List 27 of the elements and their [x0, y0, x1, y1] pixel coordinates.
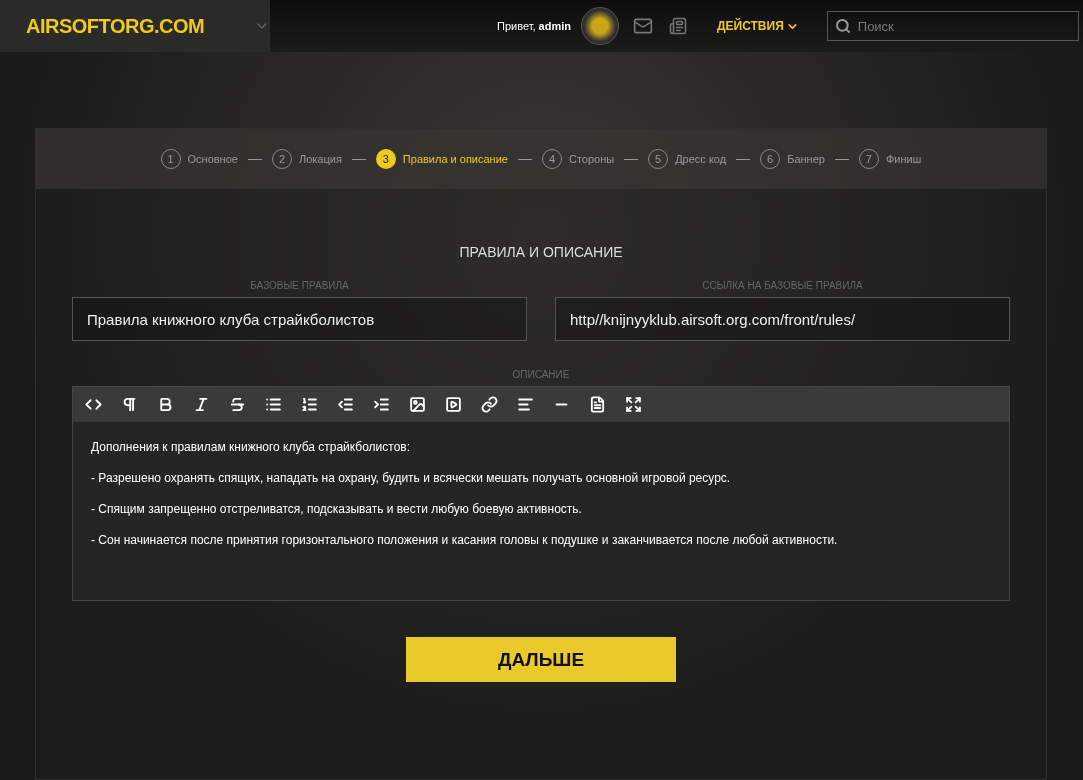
- avatar[interactable]: [581, 7, 619, 45]
- input-field[interactable]: http//knijnyyklub.airsoft.org.com/front/rules/: [555, 297, 1010, 341]
- site-logo[interactable]: AIRSOFTORG.COM: [26, 14, 205, 38]
- step-tab[interactable]: 1 Основное: [160, 149, 238, 169]
- mail-icon[interactable]: [633, 16, 653, 36]
- editor-paragraph: Дополнения к правилам книжного клуба страйкболистов:: [91, 440, 412, 454]
- step-tab[interactable]: 5 Дресс код: [648, 149, 727, 169]
- editor-paragraph: - Сон начинается после принятия горизонтального положения и касания головы к подушке и заканчивается после любой активности.: [91, 533, 839, 547]
- editor-paragraph: - Разрешено охранять спящих, нападать на охрану, будить и всячески мешать получать основной игровой ресурс.: [91, 471, 732, 485]
- step-tab[interactable]: 2 Локация: [271, 149, 342, 169]
- next-button[interactable]: ДАЛЬШЕ: [406, 637, 676, 682]
- step-tab[interactable]: 4 Стороны: [541, 149, 615, 169]
- field-label: ССЫЛКА НА БАЗОВЫЕ ПРАВИЛА: [702, 280, 863, 291]
- step-tab[interactable]: 3 Правила и описание: [375, 149, 508, 169]
- greeting: Привет, admin: [497, 20, 571, 32]
- step-tab[interactable]: 6 Баннер: [760, 149, 825, 169]
- rich-text-editor[interactable]: [72, 386, 1010, 601]
- field-label: ОПИСАНИЕ: [512, 369, 570, 380]
- editor-paragraph: - Спящим запрещенно отстреливатся, подсказывать и вести любую боевую активность.: [91, 502, 583, 516]
- news-icon[interactable]: [669, 17, 687, 35]
- actions-menu[interactable]: ДЕЙСТВИЯ: [717, 19, 799, 33]
- input-field[interactable]: Правила книжного клуба страйкболистов: [72, 297, 527, 341]
- step-tab[interactable]: 7 Финиш: [858, 149, 922, 169]
- search-icon: [834, 18, 851, 34]
- search-field[interactable]: Поиск: [826, 11, 1079, 41]
- section-title: ПРАВИЛА И ОПИСАНИЕ: [459, 244, 623, 260]
- field-label: БАЗОВЫЕ ПРАВИЛА: [250, 280, 349, 291]
